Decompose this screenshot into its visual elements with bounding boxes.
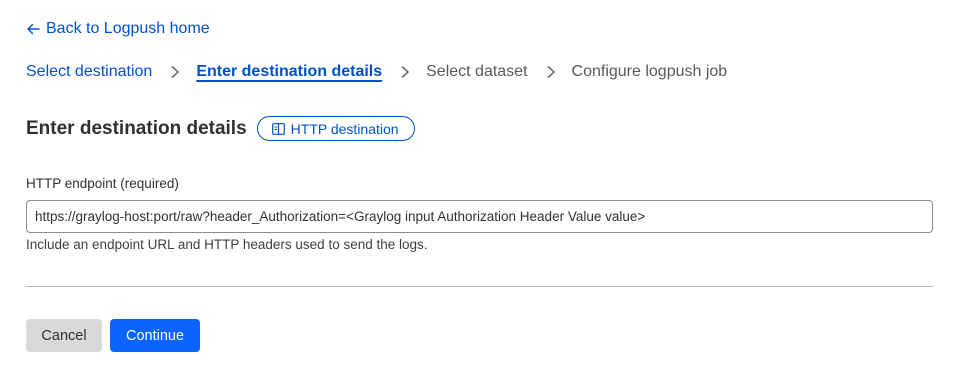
step-select-dataset: Select dataset xyxy=(426,63,528,80)
http-endpoint-help-text: Include an endpoint URL and HTTP headers… xyxy=(26,237,428,252)
chevron-right-icon xyxy=(547,65,555,79)
arrow-left-icon xyxy=(27,23,40,35)
cancel-button[interactable]: Cancel xyxy=(26,319,102,352)
http-endpoint-label: HTTP endpoint (required) xyxy=(26,176,179,191)
step-select-destination[interactable]: Select destination xyxy=(26,63,152,81)
chevron-right-icon xyxy=(401,65,410,79)
back-link-label: Back to Logpush home xyxy=(46,20,210,37)
step-enter-destination-details[interactable]: Enter destination details xyxy=(196,63,382,81)
divider xyxy=(26,286,933,287)
page-title: Enter destination details xyxy=(26,117,247,139)
http-destination-docs-link[interactable]: HTTP destination xyxy=(256,116,415,141)
http-endpoint-input[interactable] xyxy=(26,200,933,233)
step-configure-logpush-job: Configure logpush job xyxy=(571,63,728,80)
http-destination-label: HTTP destination xyxy=(290,120,399,137)
breadcrumb-stepper: Select destination Enter destination det… xyxy=(26,61,727,83)
chevron-right-icon xyxy=(171,65,180,79)
book-icon xyxy=(271,122,285,135)
page-heading-row: Enter destination details HTTP destinati… xyxy=(26,116,415,141)
back-to-logpush-link[interactable]: Back to Logpush home xyxy=(26,18,210,40)
continue-button[interactable]: Continue xyxy=(110,319,200,352)
